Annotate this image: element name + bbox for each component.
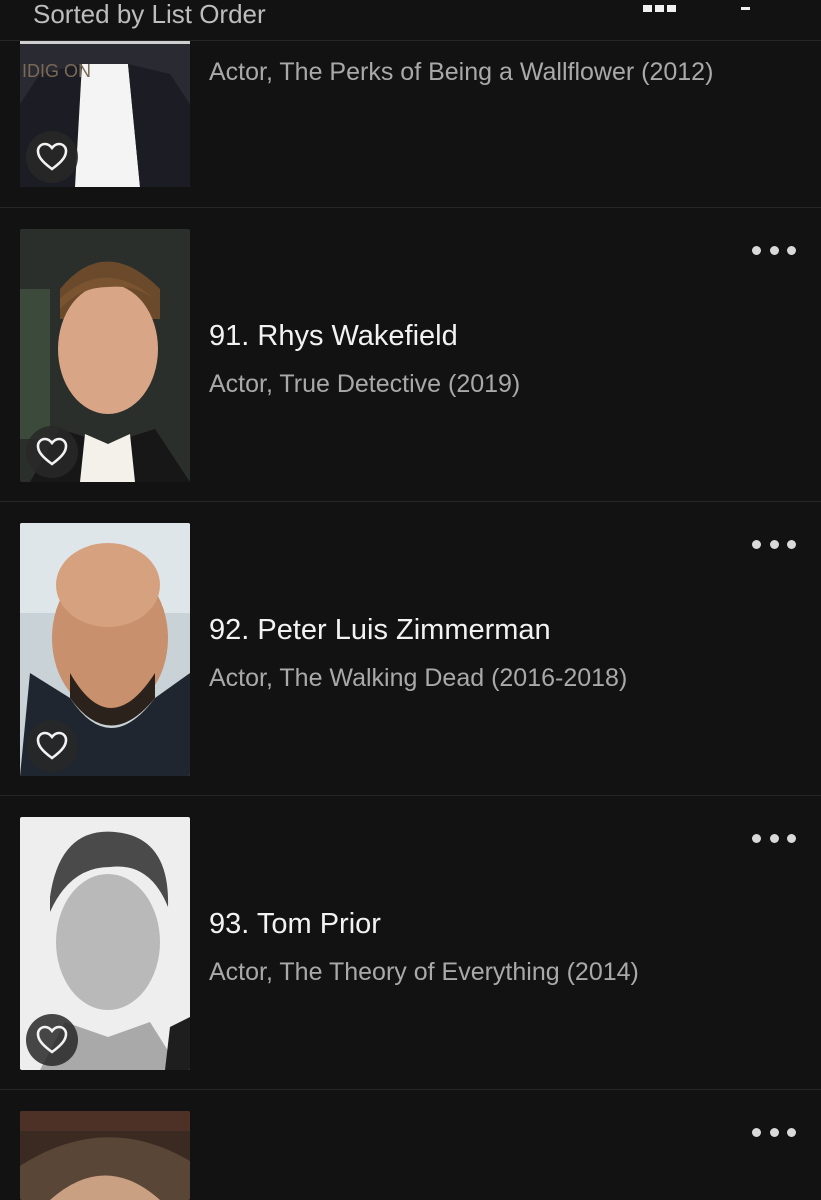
favorite-button[interactable] [26, 720, 78, 772]
grid-view-icon[interactable] [643, 0, 677, 18]
item-title[interactable]: 93. Tom Prior [209, 908, 381, 941]
list-item[interactable]: 93. Tom Prior Actor, The Theory of Every… [0, 795, 821, 1090]
list-item[interactable]: 92. Peter Luis Zimmerman Actor, The Walk… [0, 501, 821, 796]
more-options-button[interactable] [752, 534, 796, 554]
actor-photo[interactable] [20, 523, 190, 776]
filter-icon[interactable] [741, 0, 751, 18]
heart-outline-icon [36, 142, 68, 171]
item-subtitle: Actor, The Theory of Everything (2014) [209, 958, 639, 986]
more-horizontal-icon [752, 539, 761, 549]
list-item[interactable] [0, 1089, 821, 1200]
actor-photo[interactable] [20, 817, 190, 1070]
item-title[interactable]: 92. Peter Luis Zimmerman [209, 614, 551, 647]
list-header: Sorted by List Order [0, 0, 821, 41]
more-options-button[interactable] [752, 828, 796, 848]
favorite-button[interactable] [26, 426, 78, 478]
heart-outline-icon [36, 437, 68, 466]
heart-outline-icon [36, 1025, 68, 1054]
item-subtitle: Actor, The Perks of Being a Wallflower (… [209, 58, 714, 86]
more-options-button[interactable] [752, 1122, 796, 1142]
actor-photo[interactable] [20, 1111, 190, 1200]
favorite-button[interactable] [26, 1014, 78, 1066]
sort-label[interactable]: Sorted by List Order [33, 0, 266, 32]
heart-outline-icon [36, 731, 68, 760]
poster-backdrop-text: IDIG ON [22, 61, 91, 81]
more-horizontal-icon [752, 245, 761, 255]
favorite-button[interactable] [26, 131, 78, 183]
item-title[interactable]: 91. Rhys Wakefield [209, 320, 458, 353]
actor-photo[interactable] [20, 229, 190, 482]
item-subtitle: Actor, The Walking Dead (2016-2018) [209, 664, 628, 692]
item-subtitle: Actor, True Detective (2019) [209, 370, 521, 398]
list-item[interactable]: 91. Rhys Wakefield Actor, True Detective… [0, 207, 821, 502]
more-options-button[interactable] [752, 240, 796, 260]
more-horizontal-icon [752, 833, 761, 843]
more-horizontal-icon [752, 1127, 761, 1137]
